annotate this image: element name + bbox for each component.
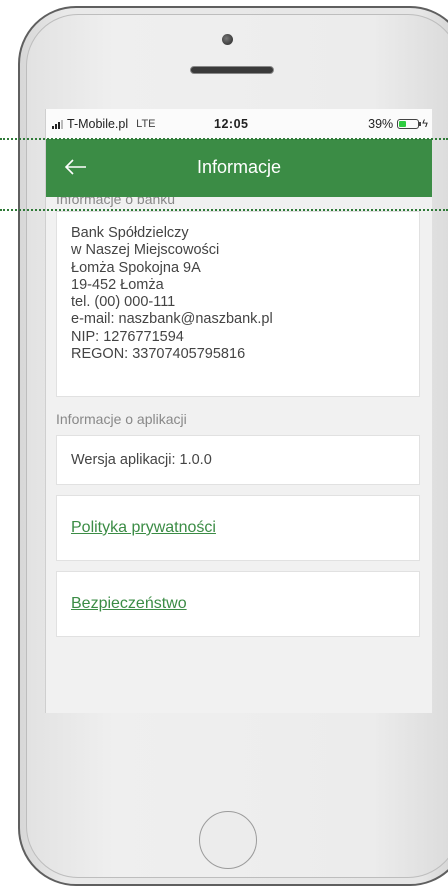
carrier-name: T-Mobile.pl [67, 117, 129, 131]
bank-info-line: tel. (00) 000-111 [71, 294, 176, 311]
app-section-label: Informacje o aplikacji [56, 411, 187, 427]
front-camera [222, 34, 233, 45]
lightning-icon: ϟ [422, 118, 428, 130]
battery-fill [399, 121, 407, 127]
page-title: Informacje [196, 157, 282, 177]
status-right: 39% ϟ [368, 117, 428, 131]
status-left: T-Mobile.pl LTE [52, 117, 156, 131]
security-item[interactable]: Bezpieczeństwo [56, 571, 420, 637]
status-bar: T-Mobile.pl LTE 12:05 39% ϟ [46, 109, 432, 139]
bank-info-line: 19-452 Łomża [71, 276, 164, 293]
status-time: 12:05 [214, 117, 249, 131]
earpiece-speaker [190, 66, 274, 74]
app-bar: Informacje [46, 139, 432, 197]
dotted-guide-top [0, 138, 448, 140]
dotted-guide-bottom [0, 209, 448, 211]
signal-icon [52, 119, 64, 129]
phone-screen: T-Mobile.pl LTE 12:05 39% ϟ Informacje I… [45, 109, 432, 713]
home-button[interactable] [199, 811, 257, 869]
screenshot: T-Mobile.pl LTE 12:05 39% ϟ Informacje I… [0, 0, 448, 888]
app-version: Wersja aplikacji: 1.0.0 [56, 435, 420, 485]
privacy-policy-link[interactable]: Polityka prywatności [71, 519, 216, 537]
battery-nub [419, 122, 422, 126]
bank-info-line: Bank Spółdzielczy [71, 225, 189, 241]
bank-info-card: Bank Spółdzielczy w Naszej Miejscowości Ło… [56, 211, 420, 397]
network-type: LTE [136, 118, 156, 130]
battery-percent: 39% [368, 117, 394, 131]
battery-icon [397, 119, 422, 129]
privacy-policy-item[interactable]: Polityka prywatności [56, 495, 420, 561]
bank-info-line: w Naszej Miejscowości [71, 242, 220, 259]
bank-info-line: Łomża Spokojna 9A [71, 259, 201, 276]
bank-info-line: e-mail: naszbank@naszbank.pl [71, 311, 273, 328]
bank-info-line: NIP: 1276771594 [71, 328, 184, 345]
bank-info-line: REGON: 33707405795816 [71, 346, 246, 363]
content: Informacje o banku Bank Spółdzielczy w Na… [46, 197, 432, 637]
security-link[interactable]: Bezpieczeństwo [71, 595, 187, 613]
